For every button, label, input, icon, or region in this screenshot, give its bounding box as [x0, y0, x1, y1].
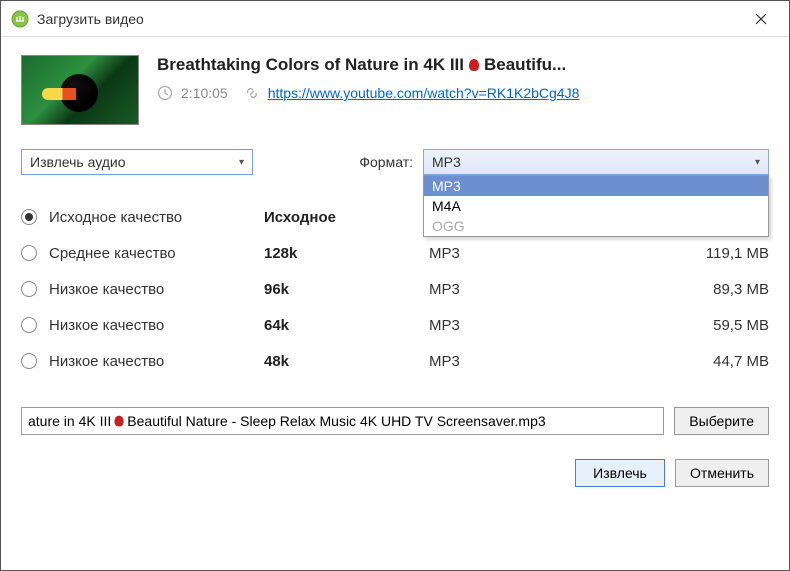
chevron-down-icon: ▾ — [239, 157, 244, 168]
output-path-input[interactable]: ature in 4K III Beautiful Nature - Sleep… — [21, 407, 664, 435]
quality-size: 59,5 MB — [619, 317, 769, 334]
extract-button[interactable]: Извлечь — [575, 459, 665, 487]
video-header: Breathtaking Colors of Nature in 4K III … — [21, 55, 769, 125]
quality-name: Среднее качество — [49, 245, 264, 262]
quality-bitrate: 48k — [264, 353, 429, 370]
close-button[interactable] — [743, 5, 779, 33]
window-title: Загрузить видео — [37, 11, 743, 27]
cancel-button[interactable]: Отменить — [675, 459, 769, 487]
link-icon — [244, 85, 260, 101]
quality-row[interactable]: Низкое качество64kMP359,5 MB — [21, 307, 769, 343]
video-title-prefix: Breathtaking Colors of Nature in 4K III — [157, 55, 464, 75]
format-label: Формат: — [359, 154, 413, 170]
quality-format: MP3 — [429, 317, 619, 334]
titlebar: Загрузить видео — [1, 1, 789, 37]
format-dropdown-label: MP3 — [432, 154, 755, 170]
app-icon — [11, 10, 29, 28]
quality-name: Низкое качество — [49, 353, 264, 370]
browse-button[interactable]: Выберите — [674, 407, 769, 435]
video-url-link[interactable]: https://www.youtube.com/watch?v=RK1K2bCg… — [268, 85, 580, 101]
mode-dropdown[interactable]: Извлечь аудио ▾ — [21, 149, 253, 175]
quality-size: 119,1 MB — [619, 245, 769, 262]
quality-name: Исходное качество — [49, 209, 264, 226]
mode-dropdown-label: Извлечь аудио — [30, 154, 239, 170]
quality-bitrate: Исходное — [264, 209, 429, 226]
video-duration: 2:10:05 — [181, 85, 228, 101]
quality-radio[interactable] — [21, 209, 37, 225]
quality-name: Низкое качество — [49, 281, 264, 298]
quality-radio[interactable] — [21, 353, 37, 369]
video-title: Breathtaking Colors of Nature in 4K III … — [157, 55, 769, 75]
quality-radio[interactable] — [21, 281, 37, 297]
format-dropdown[interactable]: MP3 ▾ — [423, 149, 769, 175]
quality-format: MP3 — [429, 281, 619, 298]
video-thumbnail — [21, 55, 139, 125]
quality-row[interactable]: Низкое качество48kMP344,7 MB — [21, 343, 769, 379]
format-option: OGG — [424, 216, 768, 236]
clock-icon — [157, 85, 173, 101]
quality-row[interactable]: Низкое качество96kMP389,3 MB — [21, 271, 769, 307]
quality-bitrate: 64k — [264, 317, 429, 334]
format-dropdown-list: MP3M4AOGG — [423, 175, 769, 237]
quality-size: 89,3 MB — [619, 281, 769, 298]
format-option[interactable]: M4A — [424, 196, 768, 216]
quality-radio[interactable] — [21, 245, 37, 261]
quality-name: Низкое качество — [49, 317, 264, 334]
quality-size: 44,7 MB — [619, 353, 769, 370]
chevron-down-icon: ▾ — [755, 157, 760, 168]
path-text-prefix: ature in 4K III — [28, 413, 111, 429]
quality-format: MP3 — [429, 245, 619, 262]
quality-radio[interactable] — [21, 317, 37, 333]
format-option[interactable]: MP3 — [424, 176, 768, 196]
quality-bitrate: 96k — [264, 281, 429, 298]
bird-icon — [466, 57, 482, 73]
bird-icon — [112, 414, 126, 428]
quality-row[interactable]: Среднее качество128kMP3119,1 MB — [21, 235, 769, 271]
video-title-suffix: Beautifu... — [484, 55, 566, 75]
path-text-suffix: Beautiful Nature - Sleep Relax Music 4K … — [127, 413, 545, 429]
quality-bitrate: 128k — [264, 245, 429, 262]
quality-format: MP3 — [429, 353, 619, 370]
